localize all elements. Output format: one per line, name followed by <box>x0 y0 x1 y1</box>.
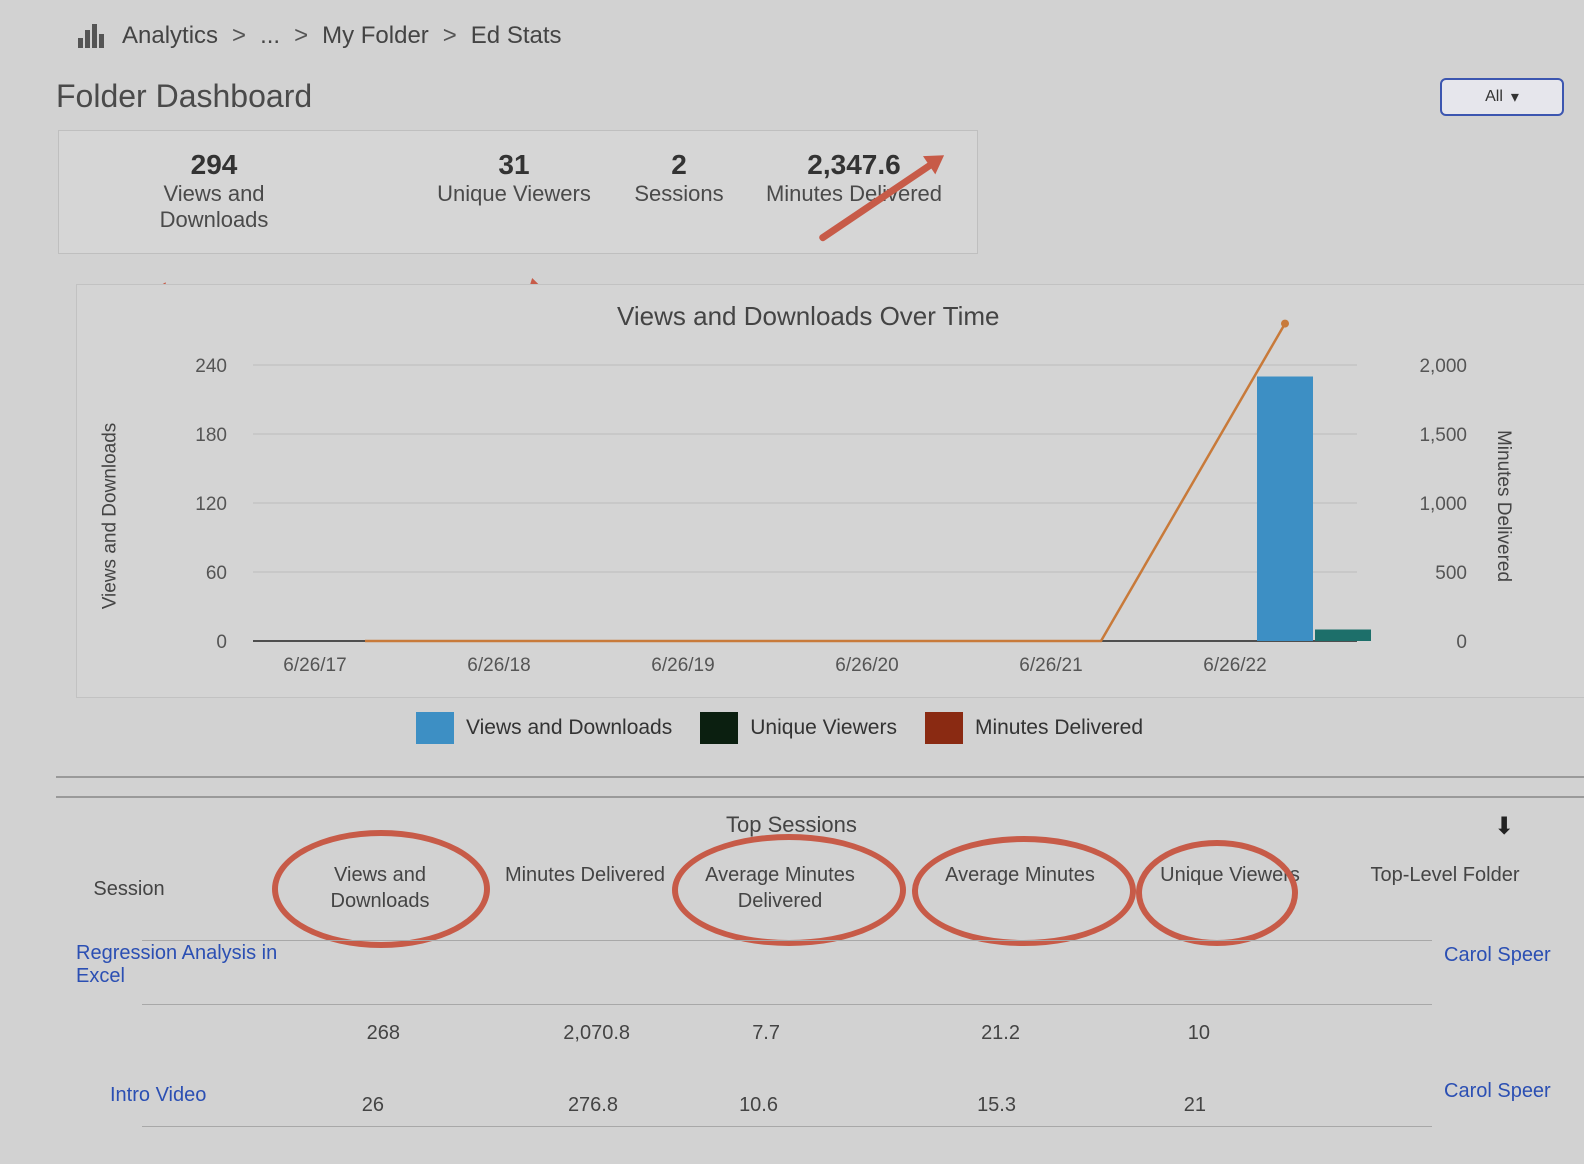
cell-avg-minutes: 15.3 <box>977 1094 1016 1116</box>
chevron-right-icon: > <box>442 22 457 49</box>
y-tick-label: 0 <box>216 632 227 653</box>
legend-item-views[interactable]: Views and Downloads <box>416 712 672 744</box>
y2-tick-label: 500 <box>1435 563 1467 584</box>
chevron-right-icon: > <box>232 22 247 49</box>
line-minutes-delivered <box>365 322 1287 643</box>
chart-legend: Views and Downloads Unique Viewers Minut… <box>416 712 1143 744</box>
x-tick-label: 6/26/20 <box>835 655 898 676</box>
x-tick-label: 6/26/18 <box>467 655 530 676</box>
folder-link[interactable]: Carol Speer <box>1444 944 1564 967</box>
y2-tick-label: 1,000 <box>1419 494 1467 515</box>
y-tick-label: 180 <box>195 425 227 446</box>
stat-minutes-label: Minutes Delivered <box>765 181 943 206</box>
section-divider <box>56 776 1584 778</box>
session-link[interactable]: Intro Video <box>110 1084 310 1107</box>
y-tick-label: 240 <box>195 356 227 377</box>
cell-minutes: 2,070.8 <box>563 1022 630 1044</box>
column-header-session[interactable]: Session <box>74 876 184 902</box>
legend-label: Views and Downloads <box>466 716 673 739</box>
y2-tick-label: 0 <box>1456 632 1467 653</box>
stat-sessions-label: Sessions <box>634 181 724 206</box>
breadcrumb-my-folder[interactable]: My Folder <box>322 22 429 50</box>
bar-views <box>1257 376 1313 641</box>
cell-avg-delivered: 7.7 <box>752 1022 780 1044</box>
cell-unique: 10 <box>1187 1022 1210 1044</box>
summary-card: 294 Views and Downloads 31 Unique Viewer… <box>58 130 978 254</box>
chevron-right-icon: > <box>294 22 309 49</box>
scope-button-label: All <box>1485 88 1503 105</box>
annotation-circle <box>912 836 1136 946</box>
section-divider <box>56 796 1584 798</box>
cell-avg-minutes: 21.2 <box>981 1022 1020 1044</box>
legend-swatch <box>924 712 963 744</box>
chart-plot: 0 60 120 180 240 0 500 1,000 1,500 2,000 6/26/17 6/… <box>195 319 1467 676</box>
cell-minutes: 276.8 <box>567 1094 618 1116</box>
column-header-minutes[interactable]: Minutes Delivered <box>500 862 670 888</box>
session-link[interactable]: Regression Analysis in Excel <box>76 942 316 988</box>
legend-item-unique[interactable]: Unique Viewers <box>700 712 897 744</box>
x-tick-label: 6/26/21 <box>1019 655 1082 676</box>
cell-avg-delivered: 10.6 <box>739 1094 778 1116</box>
x-tick-label: 6/26/17 <box>283 655 346 676</box>
chart-panel: Views and Downloads Over Time Views and … <box>76 284 1584 698</box>
y-tick-label: 60 <box>206 563 227 584</box>
breadcrumb-current: Ed Stats <box>470 22 562 49</box>
row-divider <box>142 1004 1432 1005</box>
breadcrumb-analytics[interactable]: Analytics <box>122 22 218 50</box>
y2-tick-label: 1,500 <box>1419 425 1467 446</box>
legend-swatch <box>700 712 739 744</box>
stat-views-label: Views and Downloads <box>159 181 269 232</box>
y2-tick-label: 2,000 <box>1419 356 1467 377</box>
annotation-circle <box>672 834 906 946</box>
stat-views: 294 Views and Downloads <box>139 149 289 233</box>
stat-unique-viewers: 31 Unique Viewers <box>419 149 609 207</box>
legend-label: Unique Viewers <box>750 716 897 739</box>
cell-views: 26 <box>361 1094 384 1116</box>
row-divider <box>142 1126 1432 1127</box>
cell-views: 268 <box>366 1022 400 1044</box>
y-tick-label: 120 <box>195 494 227 515</box>
point-minutes-delivered <box>1281 319 1289 328</box>
annotation-circle <box>1136 840 1298 946</box>
download-icon[interactable]: ⬇ <box>1494 812 1514 841</box>
stat-unique-label: Unique Viewers <box>437 181 591 206</box>
x-tick-label: 6/26/19 <box>651 655 714 676</box>
legend-label: Minutes Delivered <box>974 716 1144 739</box>
legend-item-minutes[interactable]: Minutes Delivered <box>924 712 1144 744</box>
scope-dropdown-button[interactable]: All ▾ <box>1440 78 1564 116</box>
chevron-down-icon: ▾ <box>1510 89 1519 106</box>
page-title: Folder Dashboard <box>56 78 313 114</box>
cell-unique: 21 <box>1183 1094 1206 1116</box>
breadcrumb-ellipsis[interactable]: ... <box>260 22 280 50</box>
folder-link[interactable]: Carol Speer <box>1444 1080 1564 1103</box>
breadcrumb: Analytics > ... > My Folder > Ed Stats <box>74 18 562 54</box>
stat-views-value: 294 <box>190 149 238 180</box>
row-divider <box>142 940 1432 941</box>
annotation-circle <box>272 830 490 948</box>
x-tick-label: 6/26/22 <box>1203 655 1266 676</box>
stat-sessions: 2 Sessions <box>619 149 739 207</box>
analytics-chart-icon <box>74 24 108 48</box>
stat-sessions-value: 2 <box>671 149 687 180</box>
legend-swatch <box>416 712 454 744</box>
bar-unique-viewers <box>1315 629 1371 641</box>
stat-unique-value: 31 <box>498 149 530 180</box>
column-header-folder[interactable]: Top-Level Folder <box>1310 862 1580 888</box>
